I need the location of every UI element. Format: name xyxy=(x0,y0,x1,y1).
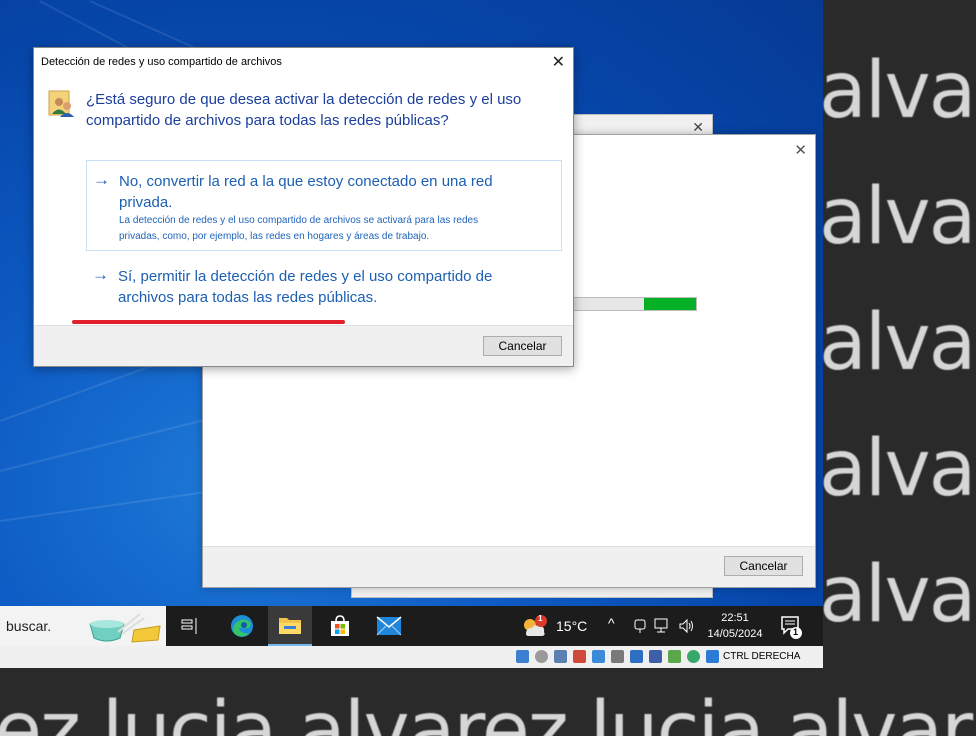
arrow-right-icon: → xyxy=(93,170,110,189)
weather-icon[interactable] xyxy=(520,614,550,640)
arrow-right-icon: → xyxy=(92,265,109,284)
network-users-icon xyxy=(48,90,74,117)
wallpaper-ray xyxy=(0,489,219,522)
vm-cpu-icon[interactable] xyxy=(668,650,681,663)
chevron-up-icon[interactable]: ^ xyxy=(608,615,615,631)
notification-badge: 1 xyxy=(793,627,799,637)
watermark-word: alvar xyxy=(823,424,976,514)
mail-icon[interactable] xyxy=(367,606,411,646)
watermark-word: alvar xyxy=(823,46,976,136)
option1-title-line1: No, convertir la red a la que estoy cone… xyxy=(119,173,493,190)
notification-center-icon[interactable] xyxy=(780,615,804,639)
dialog-question: ¿Está seguro de que desea activar la det… xyxy=(86,91,522,129)
search-text: buscar. xyxy=(6,618,52,634)
weather-badge: 1 xyxy=(538,614,543,623)
search-highlight-icon xyxy=(89,613,161,643)
usb-device-icon[interactable] xyxy=(632,618,648,634)
option-private-network[interactable]: → No, convertir la red a la que estoy co… xyxy=(86,160,562,251)
task-view-icon[interactable] xyxy=(168,606,212,646)
taskbar: buscar. 1 15°C ^ 22:51 14/05/2024 1 xyxy=(0,606,823,646)
cancel-button[interactable]: Cancelar xyxy=(483,336,562,356)
network-discovery-dialog: Detección de redes y uso compartido de a… xyxy=(33,47,574,367)
vm-storage-icon[interactable] xyxy=(516,650,529,663)
clock-date: 14/05/2024 xyxy=(707,628,763,640)
close-icon[interactable]: ✕ xyxy=(552,52,565,72)
progress-window-footer: Cancelar xyxy=(203,546,815,587)
vm-audio-icon[interactable] xyxy=(554,650,567,663)
store-icon[interactable] xyxy=(318,606,362,646)
vm-shared-folder-icon[interactable] xyxy=(611,650,624,663)
red-underline-annotation xyxy=(72,320,345,324)
vm-network-icon[interactable] xyxy=(573,650,586,663)
watermark-bottom: ez lucia alvarez lucia alvar xyxy=(0,668,976,736)
vm-recording-icon[interactable] xyxy=(649,650,662,663)
watermark-word: alvar xyxy=(823,172,976,262)
option1-desc-line2: privadas, como, por ejemplo, las redes e… xyxy=(119,231,430,242)
dialog-title: Detección de redes y uso compartido de a… xyxy=(41,56,282,68)
vm-optical-icon[interactable] xyxy=(535,650,548,663)
vm-mouse-icon[interactable] xyxy=(706,650,719,663)
option-public-networks[interactable]: → Sí, permitir la detección de redes y e… xyxy=(86,260,562,310)
file-explorer-icon[interactable] xyxy=(268,606,312,646)
watermark-right: alvar alvar alvar alvar alvar xyxy=(823,0,976,646)
vm-guest-icon[interactable] xyxy=(687,650,700,663)
option2-title-line2: archivos para todas las redes públicas. xyxy=(118,289,378,306)
progress-window-close-icon[interactable]: ✕ xyxy=(794,141,807,159)
volume-icon[interactable] xyxy=(678,618,696,634)
option1-title-line2: privada. xyxy=(119,194,173,211)
wallpaper-ray xyxy=(0,416,214,472)
temperature[interactable]: 15°C xyxy=(556,618,587,634)
watermark-bottom-text: ez lucia alvarez lucia alvar xyxy=(0,686,973,736)
progress-bar xyxy=(573,297,697,311)
option2-title-line1: Sí, permitir la detección de redes y el … xyxy=(118,268,493,285)
clock-time: 22:51 xyxy=(721,612,749,624)
progress-fill xyxy=(643,298,696,310)
host-key-label: CTRL DERECHA xyxy=(723,651,801,662)
option1-desc-line1: La detección de redes y el uso compartid… xyxy=(119,215,479,226)
clock[interactable]: 22:51 14/05/2024 xyxy=(700,610,770,642)
watermark-word: alvar xyxy=(823,298,976,388)
vm-usb-icon[interactable] xyxy=(592,650,605,663)
progress-cancel-button[interactable]: Cancelar xyxy=(724,556,803,576)
dialog-footer: Cancelar xyxy=(34,325,573,366)
watermark-word: alvar xyxy=(823,550,976,640)
network-icon[interactable] xyxy=(654,618,672,634)
vm-status-bar: CTRL DERECHA xyxy=(0,646,823,668)
vm-display-icon[interactable] xyxy=(630,650,643,663)
edge-icon[interactable] xyxy=(220,606,264,646)
